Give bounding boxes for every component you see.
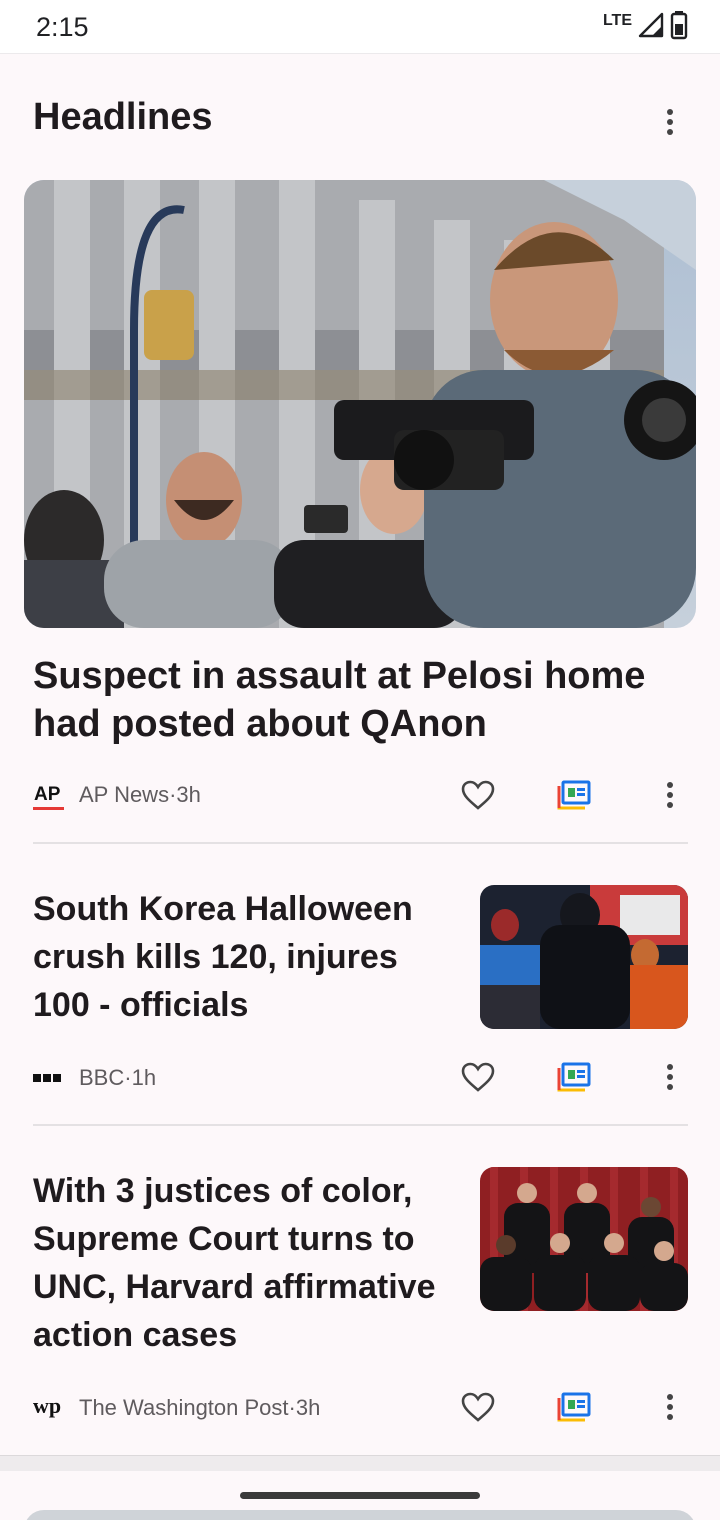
network-type: LTE	[602, 12, 632, 29]
more-vertical-icon	[667, 1394, 673, 1420]
signal-icon	[638, 12, 664, 38]
crowd-rescue-photo	[480, 885, 688, 1029]
article-2-meta: BBC · 1h	[33, 1063, 156, 1093]
article-2-more-options-button[interactable]	[650, 1057, 690, 1097]
full-coverage-button[interactable]	[549, 1053, 597, 1101]
article-3-more-options-button[interactable]	[650, 1387, 690, 1427]
justices-group-photo	[480, 1167, 688, 1311]
heart-icon	[461, 1392, 495, 1422]
status-bar: 2:15 LTE	[0, 0, 720, 54]
headline-3[interactable]: With 3 justices of color, Supreme Court …	[33, 1167, 453, 1359]
header: Headlines	[0, 54, 720, 180]
like-button[interactable]	[454, 771, 502, 819]
headline-1[interactable]: Suspect in assault at Pelosi home had po…	[33, 652, 653, 748]
article-2-source-line: BBC · 1h	[79, 1065, 157, 1090]
hero-article-image[interactable]	[24, 180, 696, 628]
article-1-more-options-button[interactable]	[650, 775, 690, 815]
heart-icon	[461, 780, 495, 810]
gesture-navigation-bar[interactable]	[240, 1492, 480, 1499]
heart-icon	[461, 1062, 495, 1092]
full-coverage-icon	[557, 780, 591, 810]
source-name: The Washington Post	[79, 1395, 289, 1420]
source-name: AP News	[79, 782, 170, 807]
source-name: BBC	[79, 1065, 125, 1090]
next-card-preview[interactable]	[24, 1510, 696, 1520]
full-coverage-icon	[557, 1062, 591, 1092]
like-button[interactable]	[454, 1053, 502, 1101]
more-vertical-icon	[667, 1064, 673, 1090]
more-vertical-icon	[667, 109, 673, 135]
article-age: 3h	[176, 782, 201, 807]
status-icons: LTE	[603, 10, 688, 40]
article-2-thumbnail[interactable]	[480, 885, 688, 1029]
svg-text:AP: AP	[34, 784, 61, 805]
page-title: Headlines	[33, 96, 213, 138]
like-button[interactable]	[454, 1383, 502, 1431]
status-time: 2:15	[36, 12, 89, 42]
section-separator	[0, 1455, 720, 1471]
ap-logo-icon: AP	[33, 780, 67, 810]
article-age: 1h	[131, 1065, 157, 1090]
divider	[33, 1124, 688, 1126]
svg-text:wp: wp	[33, 1393, 61, 1418]
article-1-source-line: AP News · 3h	[79, 782, 201, 807]
battery-icon	[670, 11, 688, 40]
hero-photo	[24, 180, 696, 628]
washington-post-logo-icon: wp	[33, 1393, 67, 1423]
divider	[33, 842, 688, 844]
article-age: 3h	[295, 1395, 321, 1420]
article-3-meta: wp The Washington Post · 3h	[33, 1393, 320, 1423]
more-vertical-icon	[667, 782, 673, 808]
article-3-thumbnail[interactable]	[480, 1167, 688, 1311]
full-coverage-button[interactable]	[549, 771, 597, 819]
full-coverage-icon	[557, 1392, 591, 1422]
headline-2[interactable]: South Korea Halloween crush kills 120, i…	[33, 885, 453, 1029]
bbc-logo-icon	[33, 1063, 67, 1093]
full-coverage-button[interactable]	[549, 1383, 597, 1431]
article-1-meta: AP AP News · 3h	[33, 780, 201, 810]
header-more-options-button[interactable]	[650, 102, 690, 142]
article-3-source-line: The Washington Post · 3h	[79, 1395, 321, 1420]
